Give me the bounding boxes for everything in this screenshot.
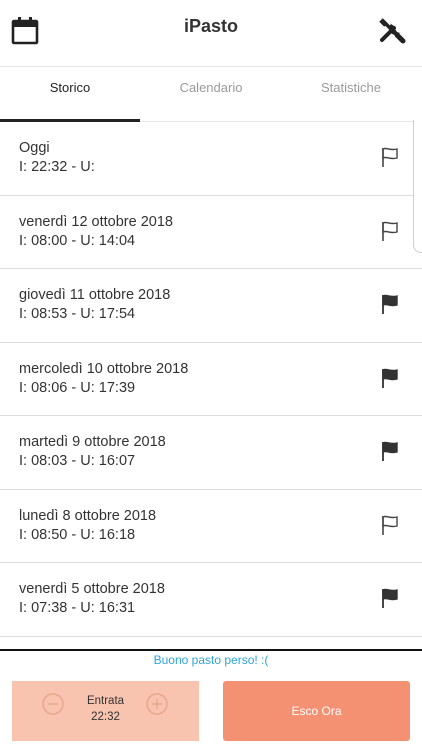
tools-icon bbox=[379, 18, 406, 44]
entrata-label: Entrata bbox=[86, 695, 125, 707]
status-message: Buono pasto perso! :( bbox=[153, 653, 269, 667]
entrata-panel: Entrata 22:32 bbox=[12, 681, 199, 741]
entry-times: I: 08:03 - U: 16:07 bbox=[19, 453, 136, 469]
list-item[interactable]: lunedì 8 ottobre 2018 I: 08:50 - U: 16:1… bbox=[0, 490, 422, 563]
flag-filled-icon[interactable] bbox=[380, 440, 400, 462]
entrata-time: 22:32 bbox=[91, 711, 120, 723]
entry-times: I: 07:38 - U: 16:31 bbox=[19, 600, 136, 616]
scroll-indicator bbox=[413, 120, 422, 253]
entry-date: Oggi bbox=[19, 140, 50, 156]
flag-outline-icon[interactable] bbox=[380, 514, 400, 536]
tab-storico[interactable]: Storico bbox=[0, 67, 140, 121]
flag-filled-icon[interactable] bbox=[380, 587, 400, 609]
tab-statistiche[interactable]: Statistiche bbox=[281, 67, 421, 121]
entry-times: I: 08:53 - U: 17:54 bbox=[19, 306, 136, 322]
app-header: iPasto bbox=[0, 0, 422, 67]
flag-outline-icon[interactable] bbox=[380, 220, 400, 242]
list-item[interactable]: giovedì 11 ottobre 2018 I: 08:53 - U: 17… bbox=[0, 269, 422, 343]
entry-date: martedì 9 ottobre 2018 bbox=[19, 434, 166, 450]
entry-times: I: 08:00 - U: 14:04 bbox=[19, 232, 136, 249]
entry-date: giovedì 11 ottobre 2018 bbox=[19, 287, 171, 303]
list-item[interactable]: mercoledì 10 ottobre 2018 I: 08:06 - U: … bbox=[0, 343, 422, 416]
entry-date: mercoledì 10 ottobre 2018 bbox=[19, 360, 189, 377]
tab-calendario[interactable]: Calendario bbox=[141, 67, 281, 121]
plus-circle-icon[interactable] bbox=[146, 693, 168, 715]
entry-times: I: 08:06 - U: 17:39 bbox=[19, 379, 136, 396]
entry-times: I: 22:32 - U: bbox=[19, 159, 95, 175]
list-item[interactable]: venerdì 5 ottobre 2018 I: 07:38 - U: 16:… bbox=[0, 563, 422, 637]
entry-date: venerdì 5 ottobre 2018 bbox=[19, 581, 165, 597]
list-item[interactable]: Oggi I: 22:32 - U: bbox=[0, 122, 422, 196]
entry-times: I: 08:50 - U: 16:18 bbox=[19, 526, 136, 543]
flag-filled-icon[interactable] bbox=[380, 367, 400, 389]
page-title: iPasto bbox=[183, 16, 239, 36]
flag-filled-icon[interactable] bbox=[380, 293, 400, 315]
entry-date: lunedì 8 ottobre 2018 bbox=[19, 507, 157, 524]
entry-date: venerdì 12 ottobre 2018 bbox=[19, 213, 173, 230]
exit-now-button[interactable]: Esco Ora bbox=[223, 681, 410, 741]
footer-divider bbox=[0, 649, 422, 651]
list-item[interactable]: martedì 9 ottobre 2018 I: 08:03 - U: 16:… bbox=[0, 416, 422, 490]
settings-button[interactable] bbox=[378, 18, 406, 46]
tab-bar: Storico Calendario Statistiche bbox=[0, 67, 422, 121]
history-list[interactable]: Oggi I: 22:32 - U: venerdì 12 ottobre 20… bbox=[0, 122, 422, 637]
flag-outline-icon[interactable] bbox=[380, 146, 400, 168]
list-item[interactable]: venerdì 12 ottobre 2018 I: 08:00 - U: 14… bbox=[0, 196, 422, 269]
